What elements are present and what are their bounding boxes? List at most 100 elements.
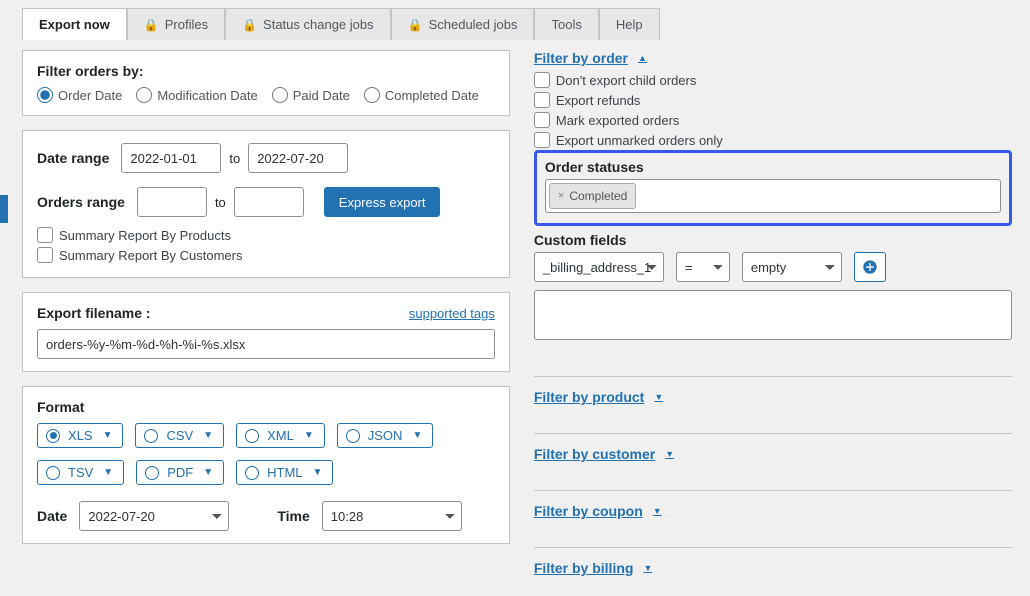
radio-icon	[245, 429, 259, 443]
filter-by-radios: Order Date Modification Date Paid Date C…	[37, 87, 495, 103]
tab-profiles[interactable]: 🔒Profiles	[127, 8, 225, 40]
filename-label: Export filename :	[37, 305, 151, 321]
order-statuses-label: Order statuses	[545, 159, 1001, 175]
status-chip-completed[interactable]: ×Completed	[549, 183, 636, 209]
date-range-row: Date range to	[37, 143, 495, 173]
custom-fields-row: _billing_address_1 = empty	[534, 252, 1012, 282]
format-tsv[interactable]: TSV▼	[37, 460, 124, 485]
format-html[interactable]: HTML▼	[236, 460, 333, 485]
format-csv[interactable]: CSV▼	[135, 423, 224, 448]
lock-icon: 🔒	[144, 18, 159, 32]
filter-by-order-toggle[interactable]: Filter by order	[534, 50, 647, 66]
date-select[interactable]: 2022-07-20	[79, 501, 229, 531]
tab-status-change-jobs[interactable]: 🔒Status change jobs	[225, 8, 391, 40]
order-statuses-highlight: Order statuses ×Completed	[534, 150, 1012, 226]
tab-bar: Export now 🔒Profiles 🔒Status change jobs…	[22, 8, 1012, 40]
format-xml[interactable]: XML▼	[236, 423, 325, 448]
add-custom-field-button[interactable]	[854, 252, 886, 282]
time-label: Time	[277, 508, 309, 524]
admin-menu-pointer	[0, 195, 8, 223]
chevron-down-icon: ▼	[304, 430, 314, 441]
orders-range-row: Orders range to Express export	[37, 187, 495, 217]
format-xls[interactable]: XLS▼	[37, 423, 123, 448]
chk-mark-exported[interactable]: Mark exported orders	[534, 112, 1012, 128]
tab-tools[interactable]: Tools	[534, 8, 598, 40]
filter-by-order-section: Filter by order Don't export child order…	[534, 50, 1012, 348]
filter-by-customer-toggle[interactable]: Filter by customer	[534, 446, 674, 462]
filter-by-billing-toggle[interactable]: Filter by billing	[534, 560, 652, 576]
order-options: Don't export child orders Export refunds…	[534, 72, 1012, 148]
cf-field-select[interactable]: _billing_address_1	[534, 252, 664, 282]
right-col: Filter by order Don't export child order…	[534, 50, 1012, 576]
chevron-down-icon: ▼	[103, 430, 113, 441]
date-time-row: Date 2022-07-20 Time 10:28	[37, 501, 495, 531]
orders-to-input[interactable]	[234, 187, 304, 217]
radio-order-date[interactable]: Order Date	[37, 87, 122, 103]
chevron-down-icon: ▼	[203, 467, 213, 478]
format-options: XLS▼ CSV▼ XML▼ JSON▼ TSV▼ PDF▼ HTML▼	[37, 423, 495, 485]
tab-help[interactable]: Help	[599, 8, 660, 40]
summary-customers-checkbox[interactable]: Summary Report By Customers	[37, 247, 495, 263]
filter-by-coupon-toggle[interactable]: Filter by coupon	[534, 503, 662, 519]
remove-icon[interactable]: ×	[558, 190, 564, 202]
filter-orders-title: Filter orders by:	[37, 63, 495, 79]
radio-icon	[144, 429, 158, 443]
lock-icon: 🔒	[242, 18, 257, 32]
filename-header: Export filename : supported tags	[37, 305, 495, 321]
filename-panel: Export filename : supported tags	[22, 292, 510, 372]
format-json[interactable]: JSON▼	[337, 423, 434, 448]
filter-by-coupon-section: Filter by coupon	[534, 490, 1012, 519]
date-subrow: Date 2022-07-20	[37, 501, 229, 531]
lock-icon: 🔒	[408, 18, 423, 32]
date-label: Date	[37, 508, 67, 524]
cf-operator-select[interactable]: =	[676, 252, 730, 282]
filter-by-product-section: Filter by product	[534, 376, 1012, 405]
page-wrap: Export now 🔒Profiles 🔒Status change jobs…	[0, 0, 1030, 596]
supported-tags-link[interactable]: supported tags	[409, 306, 495, 321]
main-columns: Filter orders by: Order Date Modificatio…	[22, 50, 1012, 576]
left-col: Filter orders by: Order Date Modificatio…	[22, 50, 510, 576]
tab-export-now[interactable]: Export now	[22, 8, 127, 40]
orders-from-input[interactable]	[137, 187, 207, 217]
order-statuses-input[interactable]: ×Completed	[545, 179, 1001, 213]
format-panel: Format XLS▼ CSV▼ XML▼ JSON▼ TSV▼ PDF▼ HT…	[22, 386, 510, 544]
filter-by-product-toggle[interactable]: Filter by product	[534, 389, 663, 405]
radio-icon	[46, 466, 60, 480]
radio-modification-date[interactable]: Modification Date	[136, 87, 257, 103]
chk-unmarked-only[interactable]: Export unmarked orders only	[534, 132, 1012, 148]
filter-by-customer-section: Filter by customer	[534, 433, 1012, 462]
cf-value-select[interactable]: empty	[742, 252, 842, 282]
filter-by-billing-section: Filter by billing	[534, 547, 1012, 576]
date-to-input[interactable]	[248, 143, 348, 173]
chevron-down-icon: ▼	[412, 430, 422, 441]
radio-icon	[145, 466, 159, 480]
chevron-down-icon: ▼	[103, 467, 113, 478]
radio-paid-date[interactable]: Paid Date	[272, 87, 350, 103]
chevron-down-icon: ▼	[203, 430, 213, 441]
radio-icon	[346, 429, 360, 443]
custom-fields-label: Custom fields	[534, 232, 1012, 248]
date-from-input[interactable]	[121, 143, 221, 173]
custom-fields-textarea[interactable]	[534, 290, 1012, 340]
express-export-button[interactable]: Express export	[324, 187, 441, 217]
chk-no-child[interactable]: Don't export child orders	[534, 72, 1012, 88]
date-range-label: Date range	[37, 150, 109, 166]
range-panel: Date range to Orders range to Express ex…	[22, 130, 510, 278]
plus-circle-icon	[862, 259, 878, 275]
format-title: Format	[37, 399, 495, 415]
orders-range-label: Orders range	[37, 194, 125, 210]
summary-checkboxes: Summary Report By Products Summary Repor…	[37, 227, 495, 263]
filename-input[interactable]	[37, 329, 495, 359]
tab-scheduled-jobs[interactable]: 🔒Scheduled jobs	[391, 8, 535, 40]
to-separator: to	[215, 195, 226, 210]
radio-completed-date[interactable]: Completed Date	[364, 87, 479, 103]
chk-export-refunds[interactable]: Export refunds	[534, 92, 1012, 108]
chevron-down-icon: ▼	[313, 467, 323, 478]
filter-orders-panel: Filter orders by: Order Date Modificatio…	[22, 50, 510, 116]
time-select[interactable]: 10:28	[322, 501, 462, 531]
time-subrow: Time 10:28	[277, 501, 461, 531]
format-pdf[interactable]: PDF▼	[136, 460, 224, 485]
radio-icon	[245, 466, 259, 480]
radio-icon	[46, 429, 60, 443]
summary-products-checkbox[interactable]: Summary Report By Products	[37, 227, 495, 243]
